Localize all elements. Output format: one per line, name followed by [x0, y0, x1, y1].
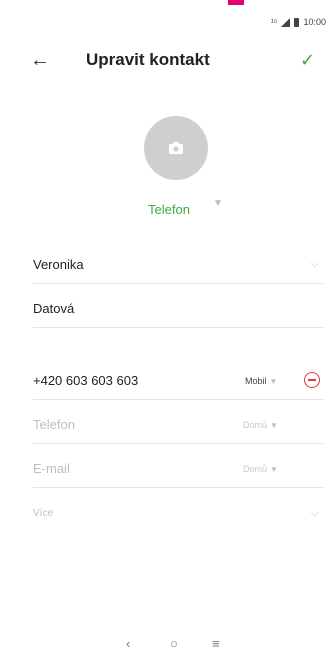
phone-type-caret-icon: ▼: [269, 376, 278, 386]
new-phone-type-label: Domů: [243, 419, 268, 430]
phone-field[interactable]: +420 603 603 603 Mobil ▼: [33, 362, 323, 400]
email-type-selector[interactable]: Domů ▼: [243, 464, 278, 474]
status-time: 10:00: [303, 17, 326, 27]
app-bar: ← Upravit kontakt ✓: [0, 40, 332, 80]
camera-icon: [169, 142, 183, 154]
nav-home-icon[interactable]: ○: [170, 636, 178, 651]
signal-icon: [281, 17, 291, 27]
phone-value: +420 603 603 603: [33, 373, 139, 388]
more-fields-row[interactable]: Více ⌵: [33, 494, 323, 532]
first-name-field[interactable]: Veronika ⌵: [33, 246, 323, 284]
brand-indicator: [228, 0, 244, 5]
more-fields-label: Více: [33, 507, 54, 519]
new-phone-field[interactable]: Telefon Domů ▼: [33, 406, 323, 444]
save-check-icon[interactable]: ✓: [300, 50, 315, 71]
expand-name-chevron-icon[interactable]: ⌵: [311, 258, 319, 271]
phone-type-label: Mobil: [245, 375, 267, 386]
email-field[interactable]: E-mail Domů ▼: [33, 450, 323, 488]
more-chevron-icon: ⌵: [310, 506, 319, 519]
account-caret-icon[interactable]: ▼: [213, 198, 223, 209]
email-placeholder: E-mail: [33, 461, 70, 476]
remove-phone-icon[interactable]: [304, 372, 320, 388]
system-nav-bar: ‹ ○ ≡: [0, 632, 332, 660]
account-selector[interactable]: Telefon: [148, 202, 190, 217]
back-arrow-icon[interactable]: ←: [30, 50, 50, 70]
last-name-value: Datová: [33, 301, 75, 316]
status-bar: ¹⁵ 10:00: [0, 8, 332, 36]
last-name-field[interactable]: Datová: [33, 290, 323, 328]
nav-recents-icon[interactable]: ≡: [212, 636, 220, 651]
battery-icon: [294, 17, 300, 27]
phone-type-selector[interactable]: Mobil ▼: [245, 376, 277, 386]
nav-back-icon[interactable]: ‹: [126, 636, 130, 651]
new-phone-type-caret-icon: ▼: [270, 420, 278, 430]
email-type-label: Domů: [243, 463, 268, 474]
new-phone-type-selector[interactable]: Domů ▼: [243, 420, 278, 430]
network-type: ¹⁵: [270, 17, 278, 27]
new-phone-placeholder: Telefon: [33, 417, 75, 432]
email-type-caret-icon: ▼: [270, 464, 278, 474]
first-name-value: Veronika: [33, 257, 84, 272]
page-title: Upravit kontakt: [86, 50, 210, 69]
contact-photo-button[interactable]: [144, 116, 208, 180]
